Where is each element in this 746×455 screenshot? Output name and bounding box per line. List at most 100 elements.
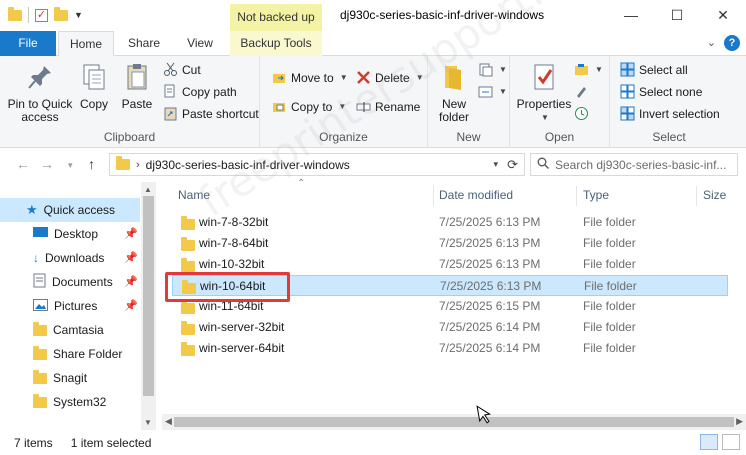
sidebar-item-system32[interactable]: System32 [0, 390, 140, 414]
sidebar-item-label: Snagit [53, 371, 88, 385]
properties-button[interactable]: Properties ▼ [516, 62, 572, 124]
table-row[interactable]: win-server-32bit 7/25/2025 6:14 PM File … [172, 317, 728, 338]
table-row[interactable]: win-7-8-32bit 7/25/2025 6:13 PM File fol… [172, 212, 728, 233]
easy-access-button[interactable]: ▼ [478, 84, 507, 99]
new-item-button[interactable]: ▼ [478, 62, 507, 77]
group-label-open: Open [544, 130, 575, 144]
forward-arrow-icon[interactable]: → [40, 156, 54, 172]
scroll-down-arrow-icon[interactable]: ▼ [144, 418, 152, 427]
cut-label: Cut [182, 62, 201, 77]
column-header-type[interactable]: Type [583, 182, 609, 208]
paste-shortcut-button[interactable]: Paste shortcut [163, 106, 259, 121]
documents-icon [33, 273, 46, 291]
refresh-icon[interactable]: ⟳ [507, 157, 518, 173]
sidebar-item-pictures[interactable]: Pictures 📌 [0, 294, 140, 318]
navpane-scroll-thumb[interactable] [143, 196, 154, 396]
view-toggle [700, 434, 740, 450]
sidebar-item-documents[interactable]: Documents 📌 [0, 270, 140, 294]
history-icon [574, 106, 589, 121]
scroll-right-arrow-icon[interactable]: ▶ [736, 416, 743, 427]
file-type: File folder [583, 341, 636, 355]
group-label-new: New [456, 130, 481, 144]
scroll-left-arrow-icon[interactable]: ◀ [165, 416, 172, 427]
group-clipboard: Pin to Quick access Copy Paste Cut Copy … [0, 56, 260, 148]
select-all-button[interactable]: Select all [620, 62, 688, 77]
cut-button[interactable]: Cut [163, 62, 201, 77]
invert-selection-button[interactable]: Invert selection [620, 106, 720, 121]
tab-view[interactable]: View [176, 31, 224, 56]
pin-icon: 📌 [124, 252, 138, 264]
folder-icon [33, 393, 47, 408]
file-date: 7/25/2025 6:13 PM [439, 236, 541, 250]
copy-path-button[interactable]: Copy path [163, 84, 237, 99]
up-arrow-icon[interactable]: ↑ [88, 156, 95, 172]
edit-button[interactable] [574, 84, 589, 99]
close-button[interactable]: ✕ [700, 0, 746, 31]
column-divider[interactable] [696, 186, 697, 206]
context-badge: Not backed up [230, 4, 322, 31]
navpane-scrollbar[interactable]: ▲ ▼ [141, 182, 156, 430]
window-controls: — ☐ ✕ [608, 0, 746, 31]
history-button[interactable] [574, 106, 589, 121]
chevron-down-icon: ▼ [499, 87, 507, 96]
file-date: 7/25/2025 6:13 PM [440, 279, 542, 293]
recent-locations-chevron-icon[interactable]: ▾ [68, 160, 73, 171]
minimize-button[interactable]: — [608, 0, 654, 31]
breadcrumb-chevron-icon[interactable]: › [136, 159, 140, 171]
edit-icon [574, 84, 589, 99]
sidebar-item-camtasia[interactable]: Camtasia [0, 318, 140, 342]
horizontal-scroll-thumb[interactable] [174, 417, 734, 427]
sidebar-item-share-folder[interactable]: Share Folder [0, 342, 140, 366]
folder-icon[interactable] [8, 6, 22, 21]
help-icon[interactable]: ? [724, 35, 740, 51]
pin-icon: 📌 [124, 228, 138, 240]
tab-backup-tools[interactable]: Backup Tools [230, 31, 322, 56]
paste-button[interactable]: Paste [118, 62, 156, 111]
scroll-up-arrow-icon[interactable]: ▲ [144, 185, 152, 194]
file-type: File folder [583, 215, 636, 229]
collapse-ribbon-icon[interactable]: ⌄ [707, 36, 716, 49]
chevron-down-icon: ▼ [541, 113, 549, 122]
copy-icon [79, 62, 109, 92]
sidebar-item-snagit[interactable]: Snagit [0, 366, 140, 390]
large-icons-view-icon[interactable] [722, 434, 740, 450]
sidebar-item-label: Pictures [54, 299, 98, 313]
tab-file[interactable]: File [0, 31, 56, 56]
details-view-icon[interactable] [700, 434, 718, 450]
address-dropdown-chevron-icon[interactable]: ▾ [493, 159, 498, 170]
folder-icon [181, 216, 195, 230]
sidebar-item-desktop[interactable]: Desktop 📌 [0, 222, 140, 246]
file-type: File folder [583, 236, 636, 250]
table-row[interactable]: win-server-64bit 7/25/2025 6:14 PM File … [172, 338, 728, 359]
folder-icon [181, 342, 195, 356]
column-header-date[interactable]: Date modified [439, 182, 513, 208]
customize-qat-arrow-icon[interactable]: ▼ [74, 10, 83, 20]
horizontal-scrollbar[interactable]: ◀ ▶ [162, 414, 746, 430]
new-folder-icon[interactable] [54, 6, 68, 21]
column-header-size[interactable]: Size [703, 182, 726, 208]
select-none-button[interactable]: Select none [620, 84, 702, 99]
sidebar-item-downloads[interactable]: ↓ Downloads 📌 [0, 246, 140, 270]
paste-shortcut-label: Paste shortcut [182, 106, 259, 121]
copy-path-icon [163, 84, 178, 99]
sidebar-item-quick-access[interactable]: ★ Quick access [0, 198, 140, 222]
search-input[interactable]: Search dj930c-series-basic-inf... [530, 153, 738, 176]
move-to-button[interactable]: Move to ▼ [272, 70, 348, 85]
file-type: File folder [583, 320, 636, 334]
column-divider[interactable] [433, 186, 434, 206]
tab-home[interactable]: Home [58, 31, 114, 57]
folder-icon [33, 369, 47, 384]
sidebar-item-label: Documents [52, 275, 113, 289]
properties-check-icon[interactable]: ✓ [35, 8, 48, 22]
maximize-button[interactable]: ☐ [654, 0, 700, 31]
column-divider[interactable] [576, 186, 577, 206]
back-arrow-icon[interactable]: ← [16, 156, 30, 172]
copy-button[interactable]: Copy [76, 62, 112, 111]
new-folder-label: New folder [438, 97, 470, 124]
tab-share[interactable]: Share [118, 31, 170, 56]
title-bar: ✓ ▼ Not backed up dj930c-series-basic-in… [0, 0, 746, 31]
table-row[interactable]: win-7-8-64bit 7/25/2025 6:13 PM File fol… [172, 233, 728, 254]
pin-quick-access-button[interactable]: Pin to Quick access [6, 62, 74, 124]
open-button[interactable]: ▼ [574, 62, 603, 77]
select-none-label: Select none [639, 84, 703, 99]
